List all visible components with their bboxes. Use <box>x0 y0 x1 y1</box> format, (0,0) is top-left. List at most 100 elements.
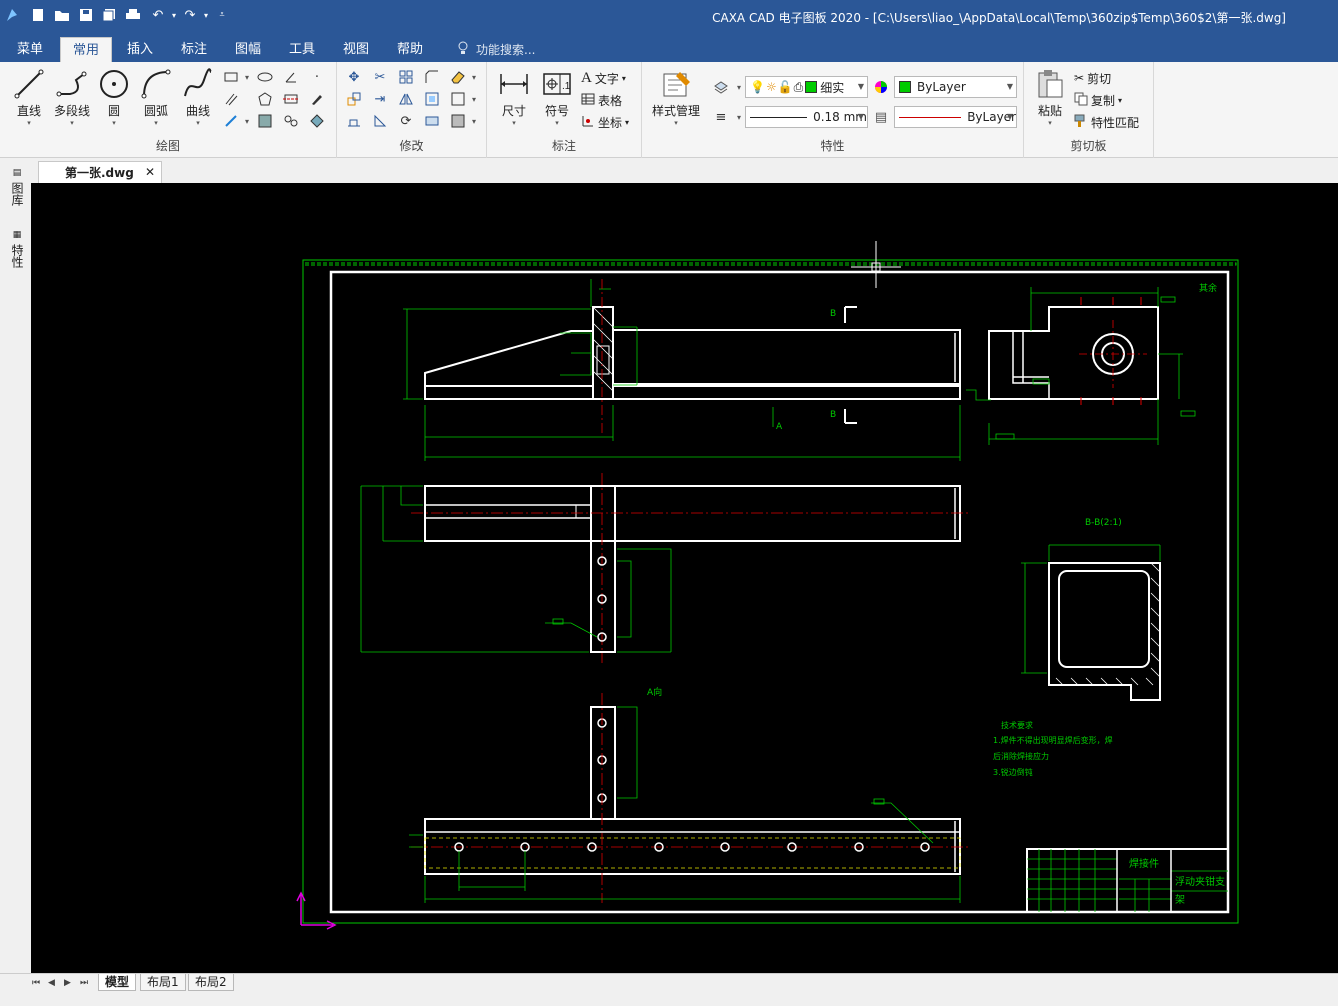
paste-button[interactable]: 粘贴 ▾ <box>1028 66 1072 130</box>
tab-insert[interactable]: 插入 <box>118 37 162 62</box>
ellipse-icon[interactable] <box>256 68 274 86</box>
polygon-icon[interactable] <box>256 90 274 108</box>
scale-icon[interactable] <box>423 90 441 108</box>
side-view: 其余 <box>966 282 1217 445</box>
pen-icon[interactable] <box>308 90 326 108</box>
tab-tools[interactable]: 工具 <box>280 37 324 62</box>
text-icon: A <box>581 69 592 86</box>
layer-select[interactable]: 💡 ☼ 🔓 ⎙ 细实 ▼ <box>745 76 868 98</box>
text-button[interactable]: A 文字 ▾ <box>581 68 626 88</box>
coordinate-button[interactable]: 坐标 ▾ <box>581 112 629 132</box>
table-button[interactable]: 表格 <box>581 90 622 110</box>
circle-button[interactable]: 圆 ▾ <box>92 66 136 130</box>
customize-toolbar-icon[interactable]: ⩡ <box>214 7 230 23</box>
section-b-b: B-B(2:1) <box>1021 518 1161 701</box>
break-icon[interactable]: ⇥ <box>371 90 389 108</box>
hatch-icon[interactable] <box>256 112 274 130</box>
symbol-button[interactable]: .1 符号 ▾ <box>535 66 579 130</box>
extend-icon[interactable] <box>371 112 389 130</box>
move-icon[interactable]: ✥ <box>345 68 363 86</box>
side-tab-properties[interactable]: ▦ 特性 <box>9 230 26 268</box>
color-wheel-icon[interactable] <box>872 78 890 96</box>
cut-button[interactable]: ✂ 剪切 <box>1074 68 1111 88</box>
arc-button[interactable]: 圆弧 ▾ <box>134 66 178 130</box>
open-file-icon[interactable] <box>54 7 70 23</box>
arc-icon <box>141 69 171 99</box>
properties-group-label: 特性 <box>820 139 845 153</box>
style-manager-button[interactable]: 样式管理 ▾ <box>648 66 704 130</box>
lineweight-icon[interactable]: ≡ <box>712 108 730 126</box>
feature-search[interactable]: 功能搜索... <box>458 41 535 58</box>
polyline-button[interactable]: 多段线 ▾ <box>50 66 94 130</box>
offset-dropdown-icon[interactable]: ▾ <box>465 90 483 108</box>
section-mark-b-bottom: B <box>830 410 836 420</box>
eraser-dropdown-icon[interactable]: ▾ <box>465 68 483 86</box>
modify-group: ✥ ✂ ▾ ⇥ ▾ ⟳ ▾ 修改 <box>337 62 487 158</box>
prev-layout-icon[interactable]: ◀ <box>48 978 55 988</box>
tab-view[interactable]: 视图 <box>334 37 378 62</box>
search-placeholder: 功能搜索... <box>476 43 536 57</box>
next-layout-icon[interactable]: ▶ <box>64 978 71 988</box>
trim-icon[interactable]: ✂ <box>371 68 389 86</box>
redo-dropdown-icon[interactable]: ▾ <box>198 7 214 23</box>
layout-tab-model[interactable]: 模型 <box>98 974 137 991</box>
save-all-icon[interactable] <box>101 7 117 23</box>
cad-application: ↶ ▾ ↷ ▾ ⩡ CAXA CAD 电子图板 2020 - [C:\Users… <box>0 0 1338 1006</box>
first-layout-icon[interactable]: ⏮ <box>32 978 40 988</box>
properties-icon: ▦ <box>12 230 22 240</box>
last-layout-icon[interactable]: ⏭ <box>80 978 88 988</box>
side-tab-library[interactable]: ▤ 图库 <box>9 168 26 206</box>
point-icon[interactable]: · <box>308 68 326 86</box>
centerline-icon[interactable] <box>282 90 300 108</box>
save-icon[interactable] <box>78 7 94 23</box>
title-block-name: 焊接件 <box>1129 857 1159 870</box>
layer-state-icon[interactable] <box>712 78 730 96</box>
undo-icon[interactable]: ↶ <box>150 7 166 23</box>
drawing-canvas[interactable]: B B A 其余 B-B(2:1) A向 技术要求 1.焊件不得出现明显焊后变形… <box>31 183 1338 973</box>
bulb-icon: 💡 <box>750 80 765 94</box>
new-file-icon[interactable] <box>30 7 46 23</box>
line-button[interactable]: 直线 ▾ <box>7 66 51 130</box>
chamfer-icon[interactable] <box>423 68 441 86</box>
dimension-button[interactable]: 尺寸 ▾ <box>492 66 536 130</box>
redo-icon[interactable]: ↷ <box>182 7 198 23</box>
tab-sheet[interactable]: 图幅 <box>226 37 270 62</box>
tab-annotate[interactable]: 标注 <box>172 37 216 62</box>
tab-menu[interactable]: 菜单 <box>8 37 52 62</box>
angle-line-icon[interactable] <box>282 68 300 86</box>
rotate-icon[interactable]: ⟳ <box>397 112 415 130</box>
layout-tab-layout1[interactable]: 布局1 <box>140 974 186 991</box>
explode-icon[interactable] <box>423 112 441 130</box>
array-icon[interactable] <box>397 68 415 86</box>
layout-tab-layout2[interactable]: 布局2 <box>188 974 234 991</box>
stretch-icon[interactable] <box>345 112 363 130</box>
note-line-1: 1.焊件不得出现明显焊后变形，焊 <box>993 735 1113 745</box>
tab-home[interactable]: 常用 <box>60 37 112 62</box>
spline-icon <box>184 68 212 97</box>
clipboard-group: 粘贴 ▾ ✂ 剪切 复制 ▾ 特性匹配 剪切板 <box>1024 62 1154 158</box>
copy-button[interactable]: 复制 ▾ <box>1074 90 1122 110</box>
document-tab[interactable]: 第一张.dwg ✕ <box>38 161 162 183</box>
print-icon[interactable] <box>125 7 141 23</box>
linetype-select[interactable]: ByLayer ▼ <box>894 106 1017 128</box>
parallel-line-icon[interactable] <box>222 90 240 108</box>
copy-move-icon[interactable] <box>345 90 363 108</box>
svg-text:.1: .1 <box>562 81 571 92</box>
rectangle-dropdown-icon[interactable]: ▾ <box>238 68 256 86</box>
linetype-icon[interactable]: ▤ <box>872 108 890 126</box>
mirror-icon[interactable] <box>397 90 415 108</box>
lineweight-select[interactable]: 0.18 mm ▼ <box>745 106 868 128</box>
undo-dropdown-icon[interactable]: ▾ <box>166 7 182 23</box>
tab-help[interactable]: 帮助 <box>388 37 432 62</box>
fill-icon[interactable] <box>308 112 326 130</box>
app-logo-icon[interactable] <box>4 7 20 23</box>
color-select[interactable]: ByLayer ▼ <box>894 76 1017 98</box>
section-mark-b-top: B <box>830 309 836 319</box>
ray-dropdown-icon[interactable]: ▾ <box>238 112 256 130</box>
fillet-dropdown-icon[interactable]: ▾ <box>465 112 483 130</box>
close-tab-icon[interactable]: ✕ <box>145 165 155 179</box>
view-a-label: A向 <box>647 686 662 698</box>
boundary-icon[interactable] <box>282 112 300 130</box>
match-properties-button[interactable]: 特性匹配 <box>1074 112 1139 132</box>
curve-button[interactable]: 曲线 ▾ <box>176 66 220 130</box>
